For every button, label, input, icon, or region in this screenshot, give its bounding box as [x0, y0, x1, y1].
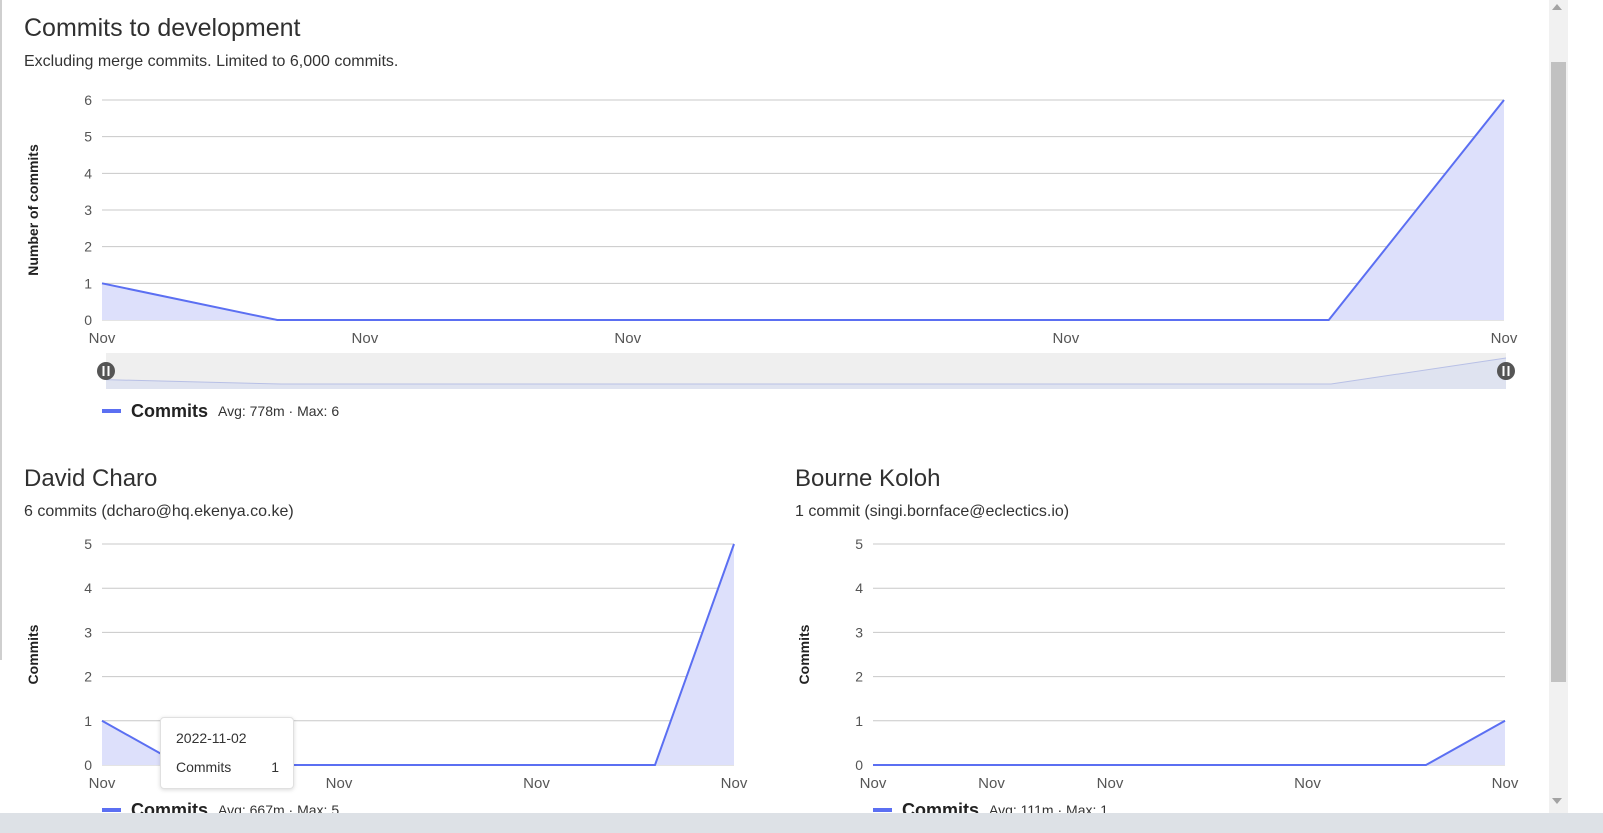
user-name-1: David Charo: [24, 465, 158, 492]
y-tick-label: 2: [855, 669, 863, 685]
main-commits-chart[interactable]: 0 1 2 3 4 5 6 Number of commits Nov Nov Nov Nov Nov C…: [0, 85, 1540, 430]
y-axis-title: Commits: [25, 624, 41, 684]
y-axis-title: Number of commits: [25, 144, 41, 276]
x-tick-label: Nov: [1294, 775, 1321, 792]
x-tick-label: Nov: [721, 775, 748, 792]
y-tick-label: 3: [84, 202, 92, 218]
user-commits-chart-2[interactable]: 0 1 2 3 4 5 Commits Nov Nov Nov Nov Nov Commits Avg: …: [770, 530, 1545, 813]
y-tick-label: 4: [855, 580, 863, 596]
legend-series-name: Commits: [131, 401, 208, 421]
legend-series-name: Commits: [131, 800, 208, 813]
zoom-handle-grip: [107, 366, 110, 376]
x-tick-label: Nov: [1491, 330, 1518, 347]
y-tick-label: 2: [84, 239, 92, 255]
page-title: Commits to development: [24, 14, 301, 42]
legend-stats: Avg: 778m · Max: 6: [218, 403, 339, 419]
y-tick-label: 5: [855, 536, 863, 552]
x-tick-label: Nov: [523, 775, 550, 792]
x-tick-label: Nov: [89, 330, 116, 347]
zoom-handle-grip: [102, 366, 105, 376]
y-tick-label: 1: [84, 713, 92, 729]
x-tick-label: Nov: [978, 775, 1005, 792]
user-commits-chart-1[interactable]: 012345CommitsNovNovNovNovNovCommitsAvg: …: [0, 530, 780, 813]
y-axis-title: Commits: [796, 624, 812, 684]
tooltip-date: 2022-11-02: [176, 730, 247, 746]
tooltip-series-name: Commits: [176, 759, 232, 775]
y-tick-label: 4: [84, 165, 92, 181]
user-summary-1: 6 commits (dcharo@hq.ekenya.co.ke): [24, 503, 294, 520]
zoom-handle-grip: [1502, 366, 1505, 376]
y-tick-label: 5: [84, 129, 92, 145]
y-tick-label: 3: [84, 624, 92, 640]
y-tick-label: 6: [84, 92, 92, 108]
x-tick-label: Nov: [860, 775, 887, 792]
user-summary-2: 1 commit (singi.bornface@eclectics.io): [795, 503, 1070, 520]
y-tick-label: 1: [855, 713, 863, 729]
x-tick-label: Nov: [1097, 775, 1124, 792]
x-tick-label: Nov: [326, 775, 353, 792]
y-tick-label: 4: [84, 580, 92, 596]
legend-series-name: Commits: [902, 800, 979, 813]
chart-tooltip: 2022-11-02 Commits 1: [160, 717, 294, 789]
user-name-2: Bourne Koloh: [795, 465, 941, 492]
x-tick-label: Nov: [1053, 330, 1080, 347]
x-tick-label: Nov: [352, 330, 379, 347]
x-tick-label: Nov: [1492, 775, 1519, 792]
x-tick-label: Nov: [89, 775, 116, 792]
scrollbar-thumb[interactable]: [1551, 62, 1566, 682]
y-tick-label: 0: [855, 757, 863, 773]
zoom-handle-left-icon[interactable]: [97, 362, 115, 380]
zoom-handle-grip: [1507, 366, 1510, 376]
horizontal-scrollbar[interactable]: [0, 813, 1603, 833]
y-tick-label: 5: [84, 536, 92, 552]
zoom-handle-right-icon[interactable]: [1497, 362, 1515, 380]
scroll-down-arrow-icon[interactable]: [1552, 798, 1562, 804]
y-tick-label: 3: [855, 624, 863, 640]
x-tick-label: Nov: [614, 330, 641, 347]
legend-swatch: [102, 808, 121, 812]
y-tick-label: 0: [84, 312, 92, 328]
series-area: [873, 720, 1505, 765]
series-line: [873, 719, 1506, 766]
legend-swatch: [102, 409, 121, 413]
legend-swatch: [873, 808, 892, 812]
y-tick-label: 2: [84, 669, 92, 685]
scroll-up-arrow-icon[interactable]: [1552, 4, 1562, 10]
page-subtitle: Excluding merge commits. Limited to 6,00…: [24, 53, 399, 70]
legend-stats: Avg: 667m · Max: 5: [218, 802, 339, 813]
tooltip-value: 1: [271, 759, 279, 775]
legend-stats: Avg: 111m · Max: 1: [989, 802, 1108, 813]
y-tick-label: 1: [84, 275, 92, 291]
y-tick-label: 0: [84, 757, 92, 773]
